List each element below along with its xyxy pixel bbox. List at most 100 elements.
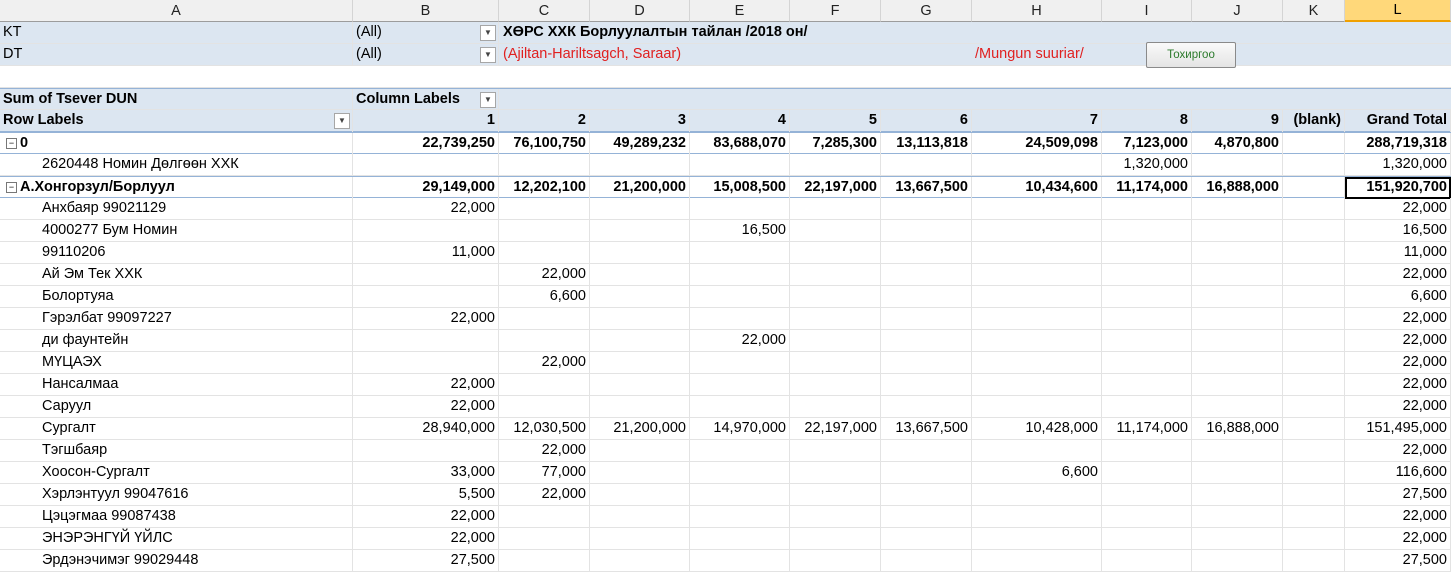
value-cell[interactable]: 22,000 [353, 374, 499, 396]
value-cell[interactable] [353, 220, 499, 242]
value-cell[interactable] [881, 528, 972, 550]
value-cell[interactable] [972, 550, 1102, 572]
value-cell[interactable] [590, 374, 690, 396]
value-cell[interactable]: 21,200,000 [590, 177, 690, 199]
value-cell[interactable] [1283, 374, 1345, 396]
value-cell[interactable] [790, 506, 881, 528]
value-cell[interactable] [499, 242, 590, 264]
value-cell[interactable]: 13,667,500 [881, 177, 972, 199]
value-cell[interactable] [972, 242, 1102, 264]
value-cell[interactable] [790, 154, 881, 176]
value-cell[interactable]: 29,149,000 [353, 177, 499, 199]
value-cell[interactable] [881, 154, 972, 176]
pivot-col-header[interactable]: (blank) [1283, 110, 1345, 132]
row-label[interactable]: Тэгшбаяр [0, 440, 353, 462]
value-cell[interactable]: 83,688,070 [690, 133, 790, 155]
grand-total-cell[interactable]: 27,500 [1345, 484, 1451, 506]
value-cell[interactable] [1102, 462, 1192, 484]
value-cell[interactable]: 5,500 [353, 484, 499, 506]
value-cell[interactable]: 10,434,600 [972, 177, 1102, 199]
value-cell[interactable]: 16,500 [690, 220, 790, 242]
row-label[interactable]: ЭНЭРЭНГҮЙ ҮЙЛС [0, 528, 353, 550]
value-cell[interactable] [590, 308, 690, 330]
value-cell[interactable]: 14,970,000 [690, 418, 790, 440]
value-cell[interactable] [690, 308, 790, 330]
value-cell[interactable] [972, 264, 1102, 286]
value-cell[interactable] [690, 352, 790, 374]
value-cell[interactable] [499, 506, 590, 528]
column-header-i[interactable]: I [1102, 0, 1192, 22]
row-label[interactable]: 2620448 Номин Дөлгөөн ХХК [0, 154, 353, 176]
column-header-g[interactable]: G [881, 0, 972, 22]
value-cell[interactable]: 4,870,800 [1192, 133, 1283, 155]
value-cell[interactable] [1283, 484, 1345, 506]
value-cell[interactable] [881, 286, 972, 308]
value-cell[interactable]: 27,500 [353, 550, 499, 572]
value-cell[interactable] [972, 506, 1102, 528]
value-cell[interactable] [881, 264, 972, 286]
row-label[interactable]: Гэрэлбат 99097227 [0, 308, 353, 330]
value-cell[interactable] [590, 462, 690, 484]
row-label[interactable]: Ай Эм Тек ХХК [0, 264, 353, 286]
value-cell[interactable] [1283, 396, 1345, 418]
grand-total-cell[interactable]: 11,000 [1345, 242, 1451, 264]
value-cell[interactable] [499, 550, 590, 572]
value-cell[interactable] [690, 550, 790, 572]
value-cell[interactable]: 22,000 [353, 528, 499, 550]
row-label[interactable]: Нансалмаа [0, 374, 353, 396]
row-label[interactable]: Эрдэнэчимэг 99029448 [0, 550, 353, 572]
value-cell[interactable] [1102, 374, 1192, 396]
value-cell[interactable] [1102, 506, 1192, 528]
value-cell[interactable] [881, 330, 972, 352]
row-label[interactable]: МҮЦАЭХ [0, 352, 353, 374]
value-cell[interactable]: 22,000 [499, 440, 590, 462]
value-cell[interactable] [1283, 242, 1345, 264]
value-cell[interactable] [881, 484, 972, 506]
grand-total-cell[interactable]: 27,500 [1345, 550, 1451, 572]
value-cell[interactable] [790, 462, 881, 484]
value-cell[interactable] [1283, 264, 1345, 286]
value-cell[interactable] [690, 242, 790, 264]
value-cell[interactable] [1192, 506, 1283, 528]
pivot-col-header[interactable]: 1 [353, 110, 499, 132]
value-cell[interactable] [690, 374, 790, 396]
value-cell[interactable] [881, 352, 972, 374]
grand-total-cell[interactable]: 22,000 [1345, 528, 1451, 550]
grand-total-cell[interactable]: 22,000 [1345, 264, 1451, 286]
value-cell[interactable] [790, 396, 881, 418]
value-cell[interactable]: 22,000 [499, 264, 590, 286]
value-cell[interactable]: 10,428,000 [972, 418, 1102, 440]
value-cell[interactable] [1283, 286, 1345, 308]
value-cell[interactable] [972, 198, 1102, 220]
row-label[interactable]: 99110206 [0, 242, 353, 264]
value-cell[interactable] [1102, 550, 1192, 572]
value-cell[interactable] [972, 286, 1102, 308]
row-labels-filter-icon[interactable]: ▼ [334, 113, 350, 129]
grand-total-cell[interactable]: 22,000 [1345, 506, 1451, 528]
value-cell[interactable] [1102, 528, 1192, 550]
grand-total-cell[interactable]: 288,719,318 [1345, 133, 1451, 155]
pivot-col-header[interactable]: 9 [1192, 110, 1283, 132]
value-cell[interactable] [881, 374, 972, 396]
filter-value-dt[interactable]: (All) [353, 44, 499, 66]
pivot-col-header[interactable]: 2 [499, 110, 590, 132]
filter-dt-dropdown-icon[interactable]: ▼ [480, 47, 496, 63]
grand-total-cell[interactable]: 22,000 [1345, 374, 1451, 396]
row-label[interactable]: ди фаунтейн [0, 330, 353, 352]
value-cell[interactable] [1192, 154, 1283, 176]
value-cell[interactable] [972, 440, 1102, 462]
column-labels-filter-icon[interactable]: ▼ [480, 92, 496, 108]
value-cell[interactable]: 15,008,500 [690, 177, 790, 199]
value-cell[interactable] [972, 308, 1102, 330]
value-cell[interactable] [690, 286, 790, 308]
grand-total-cell[interactable]: 151,920,700 [1345, 177, 1451, 199]
column-header-k[interactable]: K [1283, 0, 1345, 22]
value-cell[interactable] [790, 550, 881, 572]
value-cell[interactable] [881, 198, 972, 220]
filter-label-kt[interactable]: KT [0, 22, 353, 44]
value-cell[interactable] [790, 198, 881, 220]
value-cell[interactable] [1283, 528, 1345, 550]
value-cell[interactable] [1192, 286, 1283, 308]
value-cell[interactable]: 22,000 [353, 396, 499, 418]
value-cell[interactable]: 7,285,300 [790, 133, 881, 155]
